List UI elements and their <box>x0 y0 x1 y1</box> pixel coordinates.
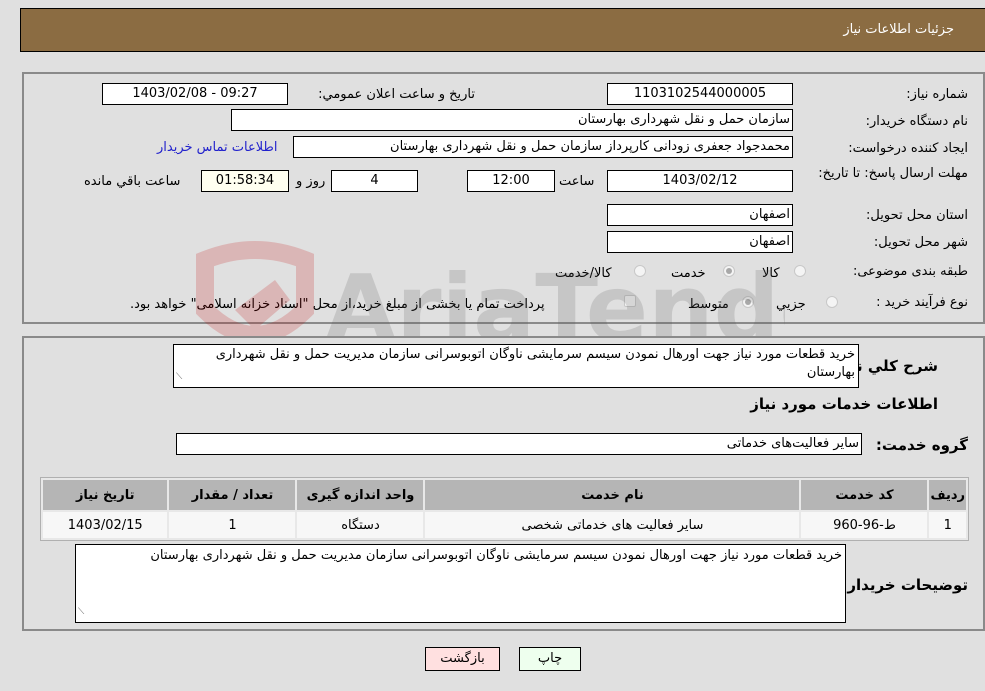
services-table-header: ردیف کد خدمت نام خدمت واحد اندازه گیری ت… <box>43 480 966 510</box>
category-both-radio[interactable] <box>634 265 646 277</box>
category-goods-label: کالا <box>762 266 780 281</box>
buyer-notes-label: توضیحات خریدار: <box>841 576 968 594</box>
purchase-type-label: نوع فرآیند خرید : <box>876 295 968 310</box>
cell-service-code: ط-96-960 <box>801 512 928 538</box>
services-table: ردیف کد خدمت نام خدمت واحد اندازه گیری ت… <box>40 477 969 541</box>
resize-grip-icon[interactable]: ⟋ <box>176 368 182 386</box>
buyer-org-field[interactable]: سازمان حمل و نقل شهرداری بهارستان <box>231 109 793 131</box>
summary-text: خرید قطعات مورد نیاز جهت اورهال نمودن سی… <box>215 347 855 380</box>
cell-quantity: 1 <box>169 512 296 538</box>
deadline-label: مهلت ارسال پاسخ: تا تاریخ: <box>818 166 968 181</box>
remaining-days-field[interactable]: 4 <box>331 170 418 192</box>
purchase-medium-radio[interactable] <box>742 296 754 308</box>
buyer-org-label: نام دستگاه خریدار: <box>865 114 968 129</box>
category-label: طبقه بندی موضوعی: <box>852 264 968 279</box>
announce-datetime-label: تاریخ و ساعت اعلان عمومي: <box>318 87 475 102</box>
category-service-label: خدمت <box>671 266 706 281</box>
purchase-medium-label: متوسط <box>688 297 729 312</box>
city-field[interactable]: اصفهان <box>607 231 793 253</box>
remaining-time-field: 01:58:34 <box>201 170 289 192</box>
deadline-date-field[interactable]: 1403/02/12 <box>607 170 793 192</box>
city-label: شهر محل تحویل: <box>873 235 968 250</box>
days-label: روز و <box>296 174 326 189</box>
requester-field[interactable]: محمدجواد جعفری زودانی کارپرداز سازمان حم… <box>293 136 793 158</box>
announce-datetime-field[interactable]: 1403/02/08 - 09:27 <box>102 83 288 105</box>
col-row: ردیف <box>929 480 966 510</box>
back-button[interactable]: بازگشت <box>425 647 500 671</box>
purchase-minor-radio[interactable] <box>826 296 838 308</box>
table-row: 1 ط-96-960 سایر فعالیت های خدماتی شخصی د… <box>43 512 966 538</box>
page-header: جزئیات اطلاعات نیاز <box>20 8 985 52</box>
buyer-contact-link[interactable]: اطلاعات تماس خریدار <box>157 140 277 155</box>
cell-service-name: سایر فعالیت های خدماتی شخصی <box>425 512 800 538</box>
province-label: استان محل تحویل: <box>866 208 968 223</box>
remaining-time-label: ساعت باقي مانده <box>84 174 181 189</box>
deadline-time-label: ساعت <box>559 174 595 189</box>
category-service-radio[interactable] <box>723 265 735 277</box>
treasury-payment-note: پرداخت تمام یا بخشی از مبلغ خرید،از محل … <box>130 297 545 312</box>
purchase-minor-label: جزيي <box>776 297 806 312</box>
cell-row: 1 <box>929 512 966 538</box>
cell-need-date: 1403/02/15 <box>43 512 168 538</box>
cell-unit: دستگاه <box>297 512 424 538</box>
summary-textarea[interactable]: خرید قطعات مورد نیاز جهت اورهال نمودن سی… <box>173 344 859 388</box>
need-number-field[interactable]: 1103102544000005 <box>607 83 793 105</box>
col-quantity: تعداد / مقدار <box>169 480 296 510</box>
col-need-date: تاریخ نیاز <box>43 480 168 510</box>
page-title: جزئیات اطلاعات نیاز <box>843 22 954 37</box>
resize-grip-icon[interactable]: ⟋ <box>78 603 84 621</box>
requester-label: ایجاد کننده درخواست: <box>848 141 968 156</box>
service-group-label: گروه خدمت: <box>875 436 968 454</box>
service-group-field[interactable]: سایر فعالیت‌های خدماتی <box>176 433 862 455</box>
col-service-name: نام خدمت <box>425 480 800 510</box>
print-button[interactable]: چاپ <box>519 647 581 671</box>
services-section-title: اطلاعات خدمات مورد نیاز <box>750 395 938 413</box>
deadline-time-field[interactable]: 12:00 <box>467 170 555 192</box>
buyer-notes-text: خرید قطعات مورد نیاز جهت اورهال نمودن سی… <box>150 548 842 563</box>
category-both-label: کالا/خدمت <box>555 266 612 281</box>
treasury-payment-checkbox[interactable] <box>624 295 636 307</box>
need-number-label: شماره نیاز: <box>906 87 968 102</box>
col-unit: واحد اندازه گیری <box>297 480 424 510</box>
province-field[interactable]: اصفهان <box>607 204 793 226</box>
col-service-code: کد خدمت <box>801 480 928 510</box>
buyer-notes-textarea[interactable]: خرید قطعات مورد نیاز جهت اورهال نمودن سی… <box>75 544 846 623</box>
category-goods-radio[interactable] <box>794 265 806 277</box>
